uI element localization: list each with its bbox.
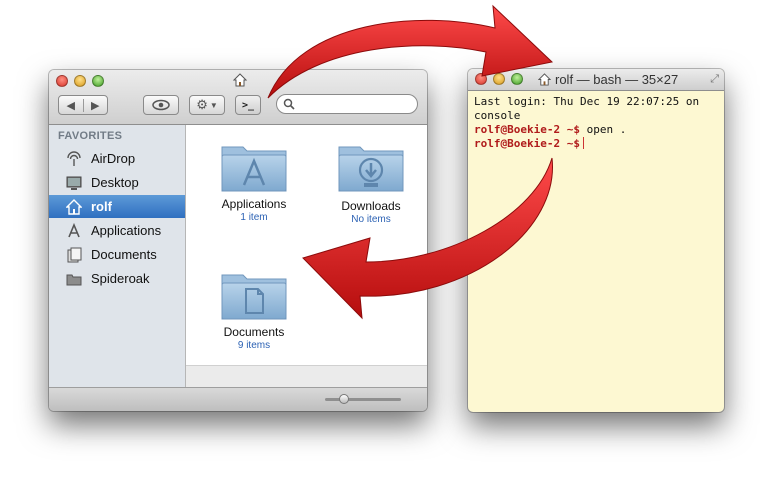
home-icon xyxy=(538,73,551,86)
folder-name: Documents xyxy=(223,325,285,339)
command: open . xyxy=(579,123,627,136)
icon-size-slider[interactable] xyxy=(325,394,401,404)
gear-icon: ⚙ xyxy=(196,97,208,112)
zoom-button[interactable] xyxy=(511,73,523,85)
content-footer xyxy=(186,365,427,388)
sidebar-item-label: Spideroak xyxy=(91,271,150,286)
sidebar-item-label: Documents xyxy=(91,247,157,262)
sidebar-item-spideroak[interactable]: Spideroak xyxy=(49,267,185,290)
applications-folder-icon xyxy=(221,146,287,192)
favorites-header: FAVORITES xyxy=(58,130,123,142)
folder-name: Applications xyxy=(221,197,287,211)
forward-icon[interactable]: ▶ xyxy=(84,99,108,112)
terminal-button-label: >_ xyxy=(241,99,255,111)
terminal-line: Last login: Thu Dec 19 22:07:25 on xyxy=(474,95,700,108)
prompt: rolf@Boekie-2 ~$ xyxy=(474,123,580,136)
documents-folder-icon xyxy=(221,274,287,320)
folder-count: 9 items xyxy=(237,340,271,351)
airdrop-icon xyxy=(65,150,83,167)
quick-look-button[interactable] xyxy=(143,95,179,115)
eye-icon xyxy=(152,99,170,111)
zoom-button[interactable] xyxy=(92,75,104,87)
terminal-title-text: rolf — bash — 35×27 xyxy=(555,72,679,87)
finder-toolbar: ◀ ▶ ⚙ ▼ >_ xyxy=(49,70,427,125)
documents-icon xyxy=(65,247,83,263)
folder-documents[interactable]: Documents 9 items xyxy=(199,267,309,351)
finder-window: ◀ ▶ ⚙ ▼ >_ FAVORITES AirDrop Desktop rolf xyxy=(49,70,427,411)
terminal-window: rolf — bash — 35×27 ⤢ Last login: Thu De… xyxy=(468,69,724,412)
sidebar-item-label: AirDrop xyxy=(91,151,136,166)
minimize-button[interactable] xyxy=(493,73,505,85)
close-button[interactable] xyxy=(475,73,487,85)
fullscreen-icon[interactable]: ⤢ xyxy=(710,73,719,86)
terminal-title: rolf — bash — 35×27 xyxy=(538,72,678,87)
window-controls xyxy=(475,73,523,85)
finder-statusbar xyxy=(49,387,427,411)
search-input[interactable] xyxy=(297,97,411,112)
sidebar-item-airdrop[interactable]: AirDrop xyxy=(49,147,185,170)
folder-count: No items xyxy=(351,214,391,225)
back-forward-buttons[interactable]: ◀ ▶ xyxy=(58,95,108,115)
terminal-line: rolf@Boekie-2 ~$ open . xyxy=(474,123,718,137)
desktop-icon xyxy=(65,175,83,191)
sidebar-item-desktop[interactable]: Desktop xyxy=(49,171,185,194)
text-cursor xyxy=(582,137,584,149)
folder-applications[interactable]: Applications 1 item xyxy=(199,139,309,223)
home-title-icon xyxy=(232,73,248,87)
slider-knob[interactable] xyxy=(339,394,349,404)
close-button[interactable] xyxy=(56,75,68,87)
sidebar-item-rolf[interactable]: rolf xyxy=(49,195,185,218)
terminal-button[interactable]: >_ xyxy=(235,95,261,115)
folder-icon xyxy=(65,271,83,287)
finder-content: Applications 1 item Downloads No items D… xyxy=(186,125,427,388)
terminal-output[interactable]: Last login: Thu Dec 19 22:07:25 on conso… xyxy=(474,95,718,151)
terminal-line: console xyxy=(474,109,521,122)
action-button[interactable]: ⚙ ▼ xyxy=(189,95,225,115)
search-icon xyxy=(283,98,295,110)
folder-count: 1 item xyxy=(240,212,268,223)
sidebar-item-label: rolf xyxy=(91,199,112,214)
terminal-line: rolf@Boekie-2 ~$ xyxy=(474,137,718,151)
chevron-down-icon: ▼ xyxy=(209,100,218,110)
terminal-titlebar: rolf — bash — 35×27 ⤢ xyxy=(468,69,724,91)
sidebar-item-documents[interactable]: Documents xyxy=(49,243,185,266)
finder-sidebar: FAVORITES AirDrop Desktop rolf Applicati… xyxy=(49,125,186,387)
applications-icon xyxy=(65,222,83,239)
sidebar-item-applications[interactable]: Applications xyxy=(49,219,185,242)
folder-name: Downloads xyxy=(341,199,401,213)
window-controls xyxy=(56,75,104,87)
home-icon xyxy=(65,198,83,215)
downloads-folder-icon xyxy=(338,146,404,192)
minimize-button[interactable] xyxy=(74,75,86,87)
search-field[interactable] xyxy=(276,94,418,114)
sidebar-item-label: Desktop xyxy=(91,175,139,190)
prompt: rolf@Boekie-2 ~$ xyxy=(474,137,580,150)
back-icon[interactable]: ◀ xyxy=(59,98,84,112)
folder-downloads[interactable]: Downloads No items xyxy=(316,139,426,225)
sidebar-item-label: Applications xyxy=(91,223,162,238)
